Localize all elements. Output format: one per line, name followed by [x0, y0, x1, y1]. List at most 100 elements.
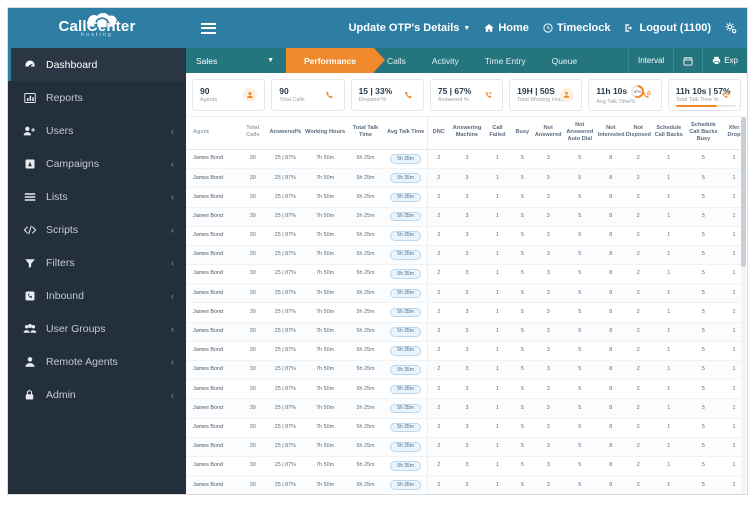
- cell-not-answered-auto-dial: 5: [562, 187, 597, 208]
- cell-answering-machine: 3: [449, 475, 485, 494]
- col-avg-talk-time[interactable]: Avg Talk Time: [384, 117, 428, 150]
- cell-not-answered-auto-dial: 5: [562, 437, 597, 457]
- sidebar-item-user-groups[interactable]: User Groups ‹: [8, 312, 186, 345]
- cell-answered-pct: 25 | 87%: [266, 168, 304, 189]
- cell-not-answered-auto-dial: 5: [562, 360, 597, 381]
- tab-time-entry[interactable]: Time Entry: [472, 48, 539, 73]
- sidebar-item-campaigns[interactable]: Campaigns ‹: [8, 147, 186, 180]
- cell-busy: 5: [510, 360, 534, 381]
- col-answering-machine[interactable]: Answering Machine: [449, 117, 485, 150]
- cell-total-calls: 30: [238, 418, 267, 438]
- home-link[interactable]: Home: [484, 22, 529, 34]
- funnel-icon: [22, 257, 37, 269]
- table-row[interactable]: James Bond 30 25 | 87% 7h 50m 5h 25m 5h 35m 2 3…: [186, 187, 747, 208]
- tab-label: Queue: [551, 55, 578, 66]
- col-busy[interactable]: Busy: [510, 117, 534, 150]
- col-not-answered-auto-dial[interactable]: Not Answered Auto Dial: [562, 117, 597, 150]
- col-not-interested[interactable]: Not Interested: [596, 117, 625, 150]
- settings-button[interactable]: [725, 22, 737, 34]
- cell-schedule-call-backs: 1: [651, 360, 686, 381]
- sidebar-item-dashboard[interactable]: Dashboard: [8, 48, 186, 81]
- cell-working-hours: 7h 50m: [303, 398, 347, 419]
- sidebar-item-scripts[interactable]: Scripts ‹: [8, 213, 186, 246]
- table-row[interactable]: James Bond 30 25 | 87% 7h 50m 5h 25m 5h 35m 2 3…: [186, 398, 747, 419]
- table-row[interactable]: James Bond 30 25 | 87% 7h 50m 5h 25m 5h 35m 2 3…: [186, 418, 747, 438]
- tab-activity[interactable]: Activity: [419, 48, 472, 73]
- hamburger-icon[interactable]: [198, 20, 219, 37]
- cell-dnc: 2: [426, 245, 450, 266]
- table-row[interactable]: James Bond 30 25 | 87% 7h 50m 5h 25m 5h 35m 2 3…: [186, 360, 747, 381]
- sidebar-item-users[interactable]: Users ‹: [8, 114, 186, 147]
- cell-dnc: 2: [426, 207, 450, 227]
- cell-working-hours: 7h 50m: [303, 245, 347, 266]
- table-row[interactable]: James Bond 30 25 | 87% 7h 50m 5h 25m 5h 35m 2 3…: [186, 207, 747, 227]
- table-row[interactable]: James Bond 30 25 | 87% 7h 50m 5h 25m 5h 35m 2 3…: [186, 264, 747, 285]
- kpi-card-total-working-hours[interactable]: 19H | 50S Total Working Hours: [509, 79, 583, 111]
- timeclock-link[interactable]: Timeclock: [543, 22, 610, 34]
- performance-table-container[interactable]: Agent Total Calls Answered% Working Hour…: [186, 116, 747, 494]
- table-row[interactable]: James Bond 30 25 | 87% 7h 50m 5h 25m 5h 35m 2 3…: [186, 302, 747, 323]
- col-call-failed[interactable]: Call Failed: [484, 117, 511, 150]
- col-answered-pct[interactable]: Answered%: [266, 117, 304, 150]
- col-dnc[interactable]: DNC: [426, 117, 450, 150]
- kpi-card-total-calls[interactable]: 90 Total Calls: [271, 79, 345, 111]
- cell-call-failed: 1: [484, 283, 511, 304]
- cell-agent: James Bond: [186, 245, 239, 266]
- cell-total-calls: 30: [238, 437, 267, 457]
- table-row[interactable]: James Bond 30 25 | 87% 7h 50m 5h 25m 5h 35m 2 3…: [186, 322, 747, 342]
- scrollbar-thumb[interactable]: [741, 117, 746, 267]
- sidebar-item-admin[interactable]: Admin ‹: [8, 378, 186, 411]
- cell-answering-machine: 3: [449, 168, 485, 189]
- table-row[interactable]: James Bond 30 25 | 87% 7h 50m 5h 25m 5h 35m 2 3…: [186, 437, 747, 457]
- table-row[interactable]: James Bond 30 25 | 87% 7h 50m 5h 25m 5h 35m 2 3…: [186, 456, 747, 477]
- kpi-card-agents[interactable]: 90 Agents: [192, 79, 266, 111]
- cell-dnc: 2: [426, 475, 450, 494]
- table-row[interactable]: James Bond 30 25 | 87% 7h 50m 5h 25m 5h 35m 2 3…: [186, 168, 747, 189]
- logout-link[interactable]: Logout (1100): [624, 22, 711, 34]
- sidebar-item-reports[interactable]: Reports: [8, 81, 186, 114]
- update-otp-details-menu[interactable]: Update OTP's Details ▼: [349, 22, 471, 34]
- sidebar-item-lists[interactable]: Lists ‹: [8, 180, 186, 213]
- sidebar-item-remote-agents[interactable]: Remote Agents ‹: [8, 345, 186, 378]
- col-total-calls[interactable]: Total Calls: [238, 117, 267, 150]
- kpi-card-dropped[interactable]: 15 | 33% Dropped %: [350, 79, 424, 111]
- col-working-hours[interactable]: Working Hours: [303, 117, 347, 150]
- sidebar-item-label: Scripts: [46, 223, 79, 236]
- sidebar-item-inbound[interactable]: Inbound ‹: [8, 279, 186, 312]
- campaign-select[interactable]: Sales ▼: [186, 48, 286, 73]
- col-not-disposed[interactable]: Not Disposed: [624, 117, 652, 150]
- kpi-card-avg-talk-time[interactable]: 11h 10s 57% Avg Talk Time%: [588, 79, 662, 111]
- table-row[interactable]: James Bond 30 25 | 87% 7h 50m 5h 25m 5h 35m 2 3…: [186, 283, 747, 304]
- table-row[interactable]: James Bond 30 25 | 87% 7h 50m 5h 25m 5h 35m 2 3…: [186, 341, 747, 362]
- col-agent[interactable]: Agent: [186, 117, 239, 150]
- cell-total-talk-time: 5h 25m: [346, 418, 385, 438]
- export-button[interactable]: Exp: [702, 48, 747, 73]
- cell-avg-talk-time: 5h 35m: [384, 360, 428, 381]
- home-label: Home: [498, 22, 529, 34]
- cell-total-talk-time: 5h 25m: [346, 283, 385, 304]
- phone-answer-icon: [481, 88, 495, 102]
- col-schedule-call-backs-busy[interactable]: Schedule Call Backs Busy: [685, 117, 722, 150]
- cell-not-disposed: 2: [624, 302, 652, 323]
- kpi-card-answered[interactable]: 75 | 67% Answered %: [429, 79, 504, 111]
- tab-queue[interactable]: Queue: [539, 48, 591, 73]
- table-row[interactable]: James Bond 30 25 | 87% 7h 50m 5h 25m 5h 35m 2 3…: [186, 475, 747, 494]
- cell-call-failed: 1: [484, 360, 511, 381]
- cell-agent: James Bond: [186, 226, 239, 246]
- col-not-answered[interactable]: Not Answered: [533, 117, 563, 150]
- phone-icon: [402, 88, 416, 102]
- col-total-talk-time[interactable]: Total Talk Time: [346, 117, 385, 150]
- table-row[interactable]: James Bond 30 25 | 87% 7h 50m 5h 25m 5h 35m 2 3…: [186, 226, 747, 246]
- interval-button[interactable]: Interval: [627, 48, 673, 73]
- table-row[interactable]: James Bond 30 25 | 87% 7h 50m 5h 25m 5h 35m 2 3…: [186, 149, 747, 170]
- cell-total-calls: 30: [238, 207, 267, 227]
- cell-working-hours: 7h 50m: [303, 360, 347, 381]
- kpi-card-total-talk-time[interactable]: 11h 10s | 57% Total Talk Time %: [667, 79, 741, 111]
- col-schedule-call-backs[interactable]: Schedule Call Backs: [651, 117, 686, 150]
- calendar-button[interactable]: [673, 48, 702, 73]
- table-row[interactable]: James Bond 30 25 | 87% 7h 50m 5h 25m 5h 35m 2 3…: [186, 379, 747, 400]
- brand-logo[interactable]: CallCenter Hosting: [8, 8, 186, 48]
- sidebar-item-filters[interactable]: Filters ‹: [8, 246, 186, 279]
- tab-performance[interactable]: Performance: [286, 48, 385, 73]
- table-row[interactable]: James Bond 30 25 | 87% 7h 50m 5h 25m 5h 35m 2 3…: [186, 245, 747, 266]
